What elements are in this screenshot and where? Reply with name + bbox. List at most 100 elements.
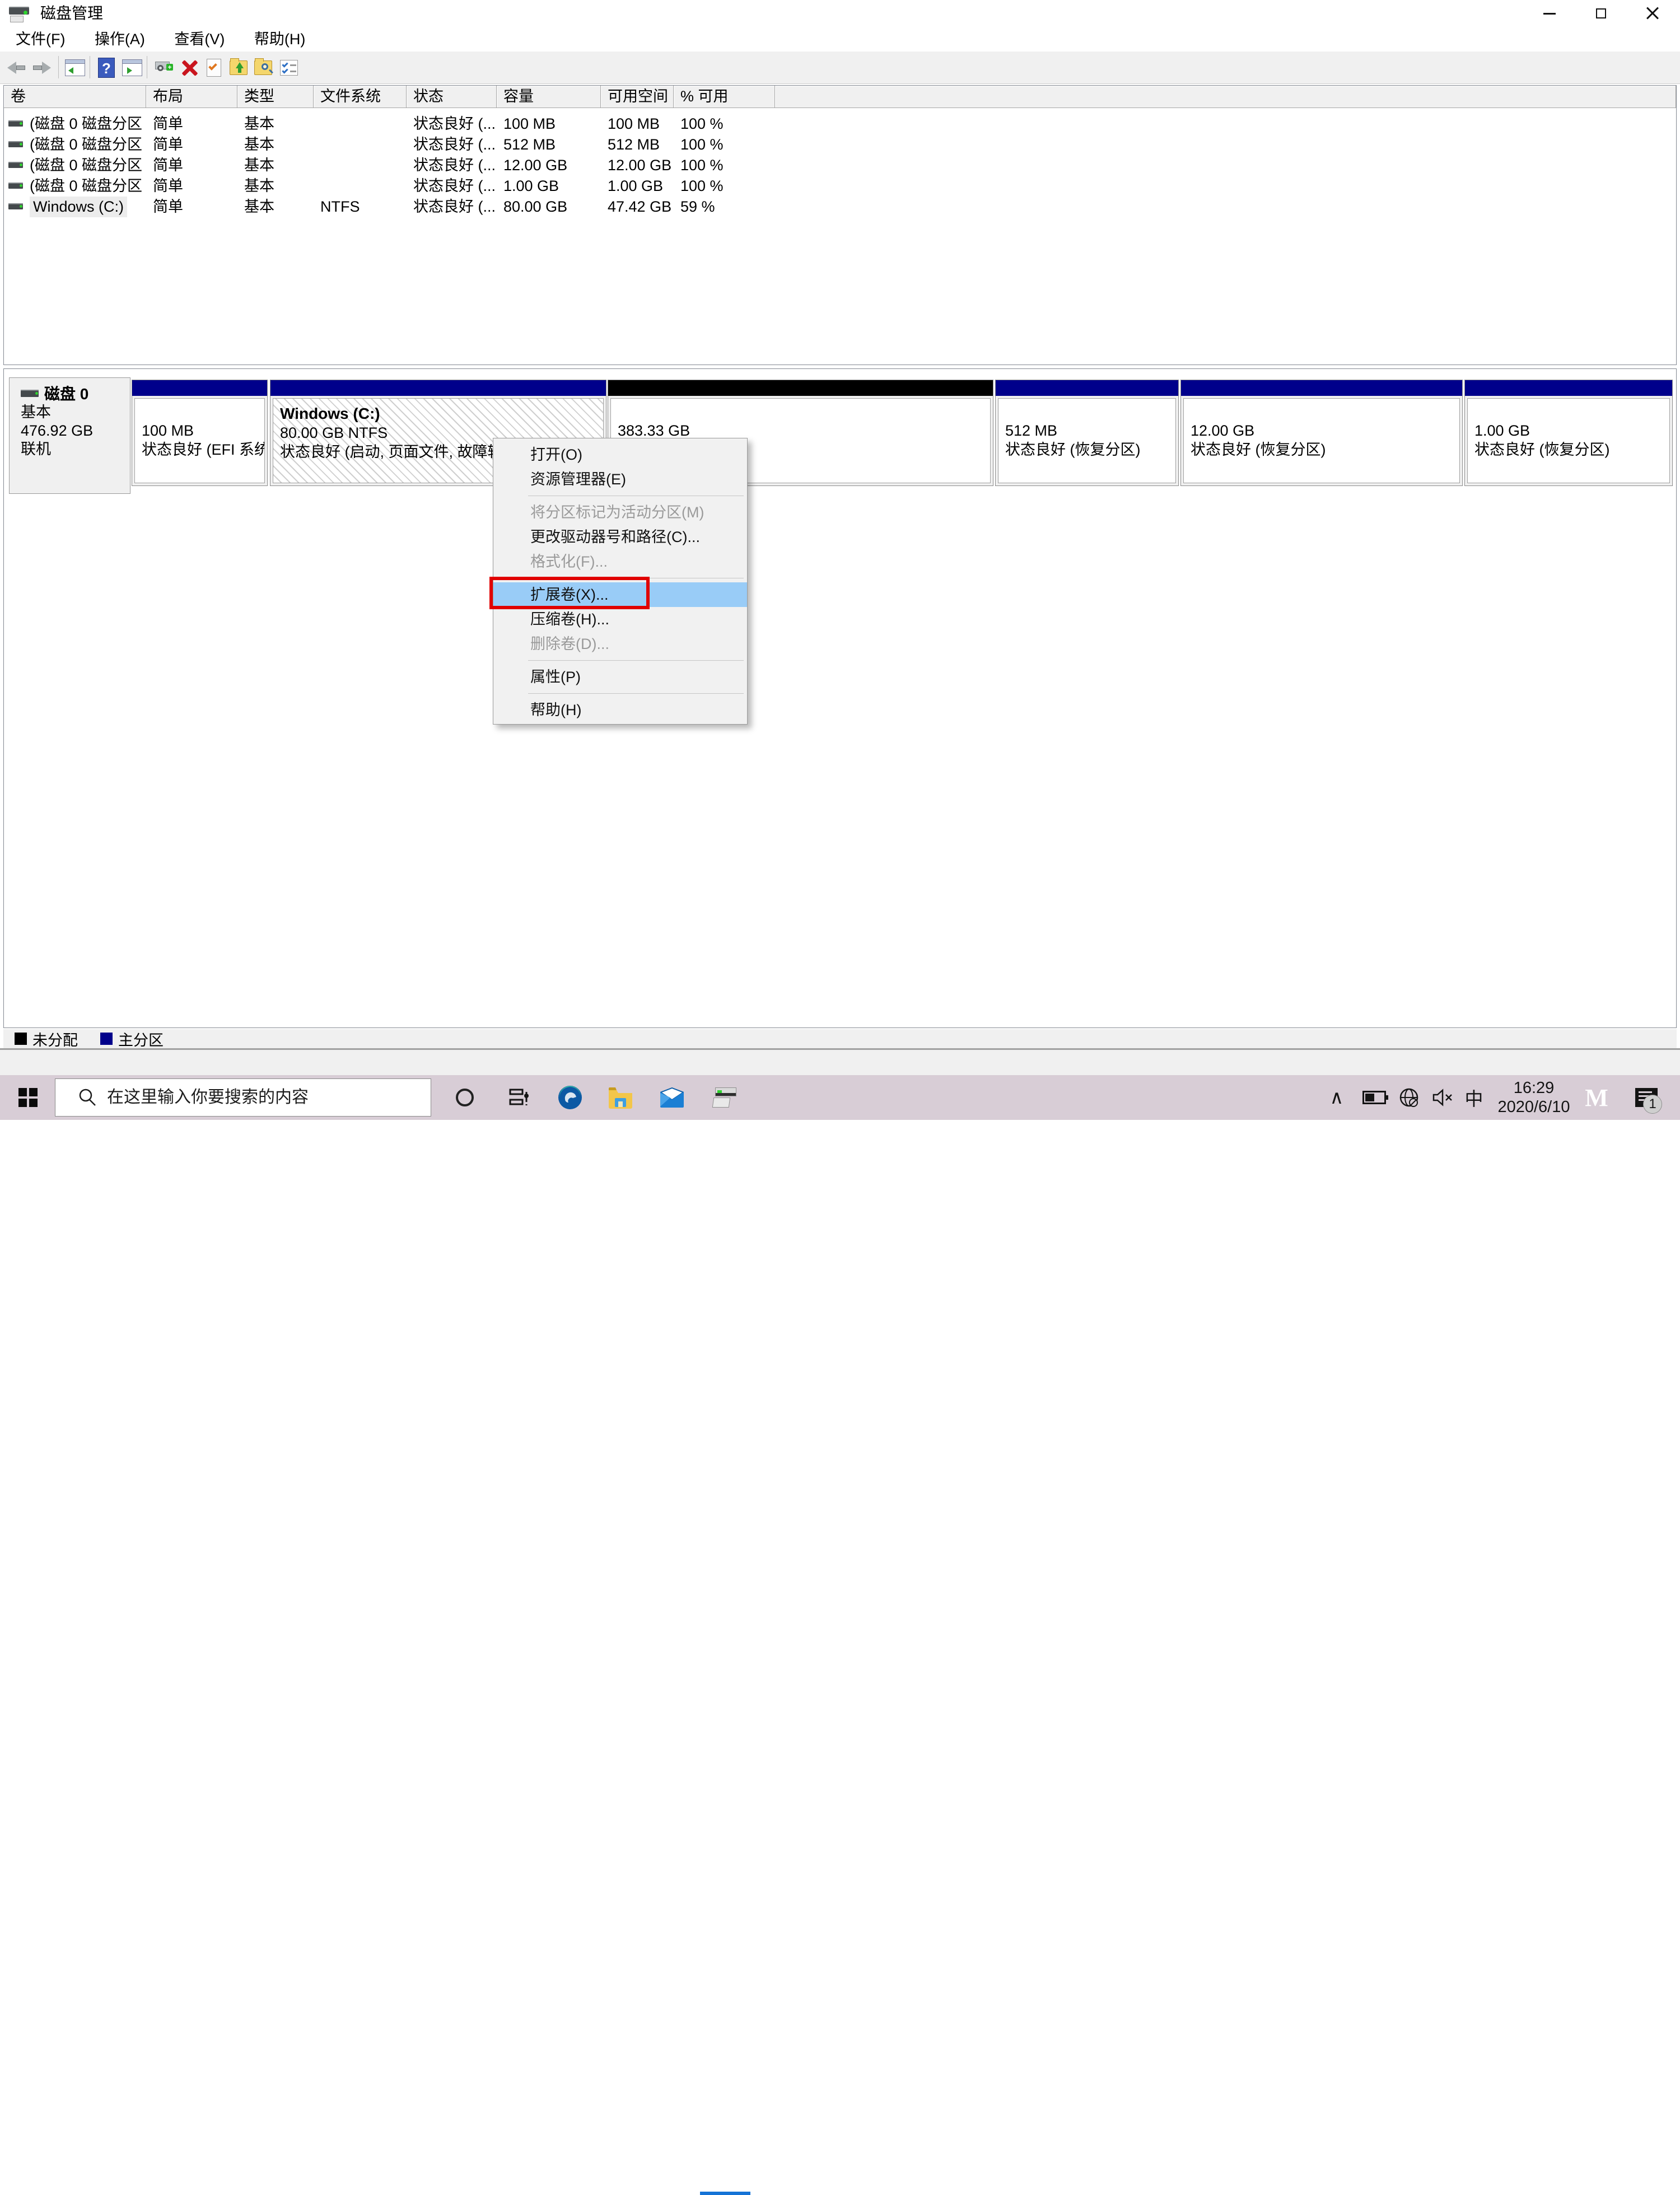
toolbar: ? +	[0, 52, 1680, 84]
ime-indicator[interactable]: 中	[1458, 1075, 1490, 1120]
volume-muted-icon[interactable]	[1427, 1075, 1458, 1120]
menu-file[interactable]: 文件(F)	[2, 27, 78, 52]
column-header-volume[interactable]: 卷	[4, 86, 146, 108]
menu-item-help[interactable]: 帮助(H)	[493, 698, 747, 722]
menu-item-explorer[interactable]: 资源管理器(E)	[493, 467, 747, 492]
restore-button[interactable]	[1575, 0, 1627, 27]
console-tree-icon[interactable]	[63, 57, 87, 79]
cell-type: 基本	[237, 176, 314, 197]
app-logo-tray-icon[interactable]: M	[1580, 1075, 1614, 1120]
volume-disk-icon	[8, 202, 24, 212]
disk0-label-box[interactable]: 磁盘 0 基本 476.92 GB 联机	[9, 377, 130, 494]
menu-item-open[interactable]: 打开(O)	[493, 442, 747, 467]
volume-table-header: 卷 布局 类型 文件系统 状态 容量 可用空间 % 可用	[4, 86, 1676, 108]
cell-fs	[314, 114, 407, 134]
legend-bar: 未分配 主分区	[3, 1029, 1677, 1048]
volume-list-panel: 卷 布局 类型 文件系统 状态 容量 可用空间 % 可用 (磁盘 0 磁盘分区 …	[3, 85, 1677, 365]
app-logo-glyph: M	[1585, 1084, 1609, 1112]
partition-status: 状态良好 (EFI 系统分	[142, 440, 264, 459]
primary-partition-swatch	[100, 1033, 113, 1045]
menu-action[interactable]: 操作(A)	[81, 27, 158, 52]
table-row-selected[interactable]: Windows (C:) 简单 基本 NTFS 状态良好 (... 80.00 …	[4, 197, 1676, 217]
folder-search-icon[interactable]	[251, 57, 276, 79]
folder-up-icon[interactable]	[226, 57, 251, 79]
cell-status: 状态良好 (...	[407, 114, 497, 134]
menu-item-properties[interactable]: 属性(P)	[493, 665, 747, 689]
table-row[interactable]: (磁盘 0 磁盘分区 5) 简单 基本 状态良好 (... 512 MB 512…	[4, 134, 1676, 155]
unallocated-swatch	[15, 1033, 27, 1045]
check-document-icon[interactable]	[202, 57, 226, 79]
edge-icon[interactable]	[548, 1075, 592, 1120]
show-console-icon[interactable]	[120, 57, 144, 79]
window-title: 磁盘管理	[40, 0, 103, 27]
tray-chevron-icon[interactable]: ∧	[1323, 1075, 1351, 1120]
menu-bar: 文件(F) 操作(A) 查看(V) 帮助(H)	[0, 27, 1680, 52]
disk0-name: 磁盘 0	[44, 385, 88, 403]
clock-time: 16:29	[1492, 1078, 1576, 1098]
cell-pct-free: 100 %	[674, 176, 775, 197]
partition-efi[interactable]: 100 MB 状态良好 (EFI 系统分	[132, 380, 268, 486]
cell-fs	[314, 155, 407, 176]
cell-status: 状态良好 (...	[407, 155, 497, 176]
cell-layout: 简单	[146, 134, 237, 155]
cell-type: 基本	[237, 155, 314, 176]
menu-view[interactable]: 查看(V)	[161, 27, 238, 52]
column-header-layout[interactable]: 布局	[146, 86, 237, 108]
disk0-size: 476.92 GB	[21, 422, 130, 440]
help-icon[interactable]: ?	[94, 57, 119, 79]
partition-status: 状态良好 (恢复分区)	[1005, 440, 1175, 459]
cell-status: 状态良好 (...	[407, 176, 497, 197]
table-row[interactable]: (磁盘 0 磁盘分区 1) 简单 基本 状态良好 (... 100 MB 100…	[4, 114, 1676, 134]
partition-recovery-1[interactable]: 512 MB 状态良好 (恢复分区)	[995, 380, 1179, 486]
start-button[interactable]	[8, 1075, 48, 1120]
taskbar-search[interactable]	[55, 1078, 431, 1117]
column-header-type[interactable]: 类型	[237, 86, 314, 108]
partition-size: 100 MB	[142, 421, 264, 440]
partition-recovery-2[interactable]: 12.00 GB 状态良好 (恢复分区)	[1180, 380, 1463, 486]
cell-pct-free: 59 %	[674, 197, 775, 217]
cell-capacity: 80.00 GB	[497, 197, 601, 217]
volume-name: (磁盘 0 磁盘分区 7)	[30, 176, 146, 197]
active-app-tile	[700, 2150, 750, 2193]
partition-color-bar	[996, 380, 1178, 396]
taskbar-clock[interactable]: 16:29 2020/6/10	[1492, 1078, 1576, 1117]
column-header-fs[interactable]: 文件系统	[314, 86, 407, 108]
globe-offline-icon[interactable]	[1393, 1075, 1425, 1120]
cell-free: 1.00 GB	[601, 176, 674, 197]
column-header-status[interactable]: 状态	[407, 86, 497, 108]
menu-item-change-drive-letter[interactable]: 更改驱动器号和路径(C)...	[493, 525, 747, 549]
battery-icon[interactable]	[1357, 1075, 1391, 1120]
cell-capacity: 100 MB	[497, 114, 601, 134]
task-view-icon[interactable]	[497, 1075, 542, 1120]
disk-management-taskbar-icon[interactable]	[703, 1075, 748, 1120]
cell-status: 状态良好 (...	[407, 134, 497, 155]
partition-recovery-3[interactable]: 1.00 GB 状态良好 (恢复分区)	[1464, 380, 1673, 486]
search-input[interactable]	[107, 1088, 376, 1107]
file-explorer-icon[interactable]	[598, 1075, 643, 1120]
table-row[interactable]: (磁盘 0 磁盘分区 6) 简单 基本 状态良好 (... 12.00 GB 1…	[4, 155, 1676, 176]
device-search-icon[interactable]: +	[151, 57, 176, 79]
column-header-pct-free[interactable]: % 可用	[674, 86, 775, 108]
partition-color-bar	[1181, 380, 1462, 396]
checklist-icon[interactable]	[277, 57, 301, 79]
back-icon[interactable]	[4, 57, 29, 79]
cell-free: 12.00 GB	[601, 155, 674, 176]
cortana-icon[interactable]	[442, 1075, 487, 1120]
minimize-button[interactable]	[1524, 0, 1575, 27]
action-center-icon[interactable]: 1	[1628, 1075, 1664, 1120]
legend-primary-label: 主分区	[118, 1028, 164, 1050]
partition-name: Windows (C:)	[280, 404, 603, 423]
menu-help[interactable]: 帮助(H)	[241, 27, 319, 52]
column-header-free[interactable]: 可用空间	[601, 86, 674, 108]
delete-icon[interactable]	[177, 57, 202, 79]
disk0-status: 联机	[21, 440, 130, 459]
table-row[interactable]: (磁盘 0 磁盘分区 7) 简单 基本 状态良好 (... 1.00 GB 1.…	[4, 176, 1676, 197]
close-button[interactable]	[1627, 0, 1678, 27]
disk-icon	[21, 389, 40, 400]
forward-icon[interactable]	[29, 57, 54, 79]
mail-icon[interactable]	[650, 1075, 694, 1120]
cell-layout: 简单	[146, 155, 237, 176]
column-header-capacity[interactable]: 容量	[497, 86, 601, 108]
menu-item-shrink-volume[interactable]: 压缩卷(H)...	[493, 607, 747, 632]
menu-item-delete-volume: 删除卷(D)...	[493, 632, 747, 656]
